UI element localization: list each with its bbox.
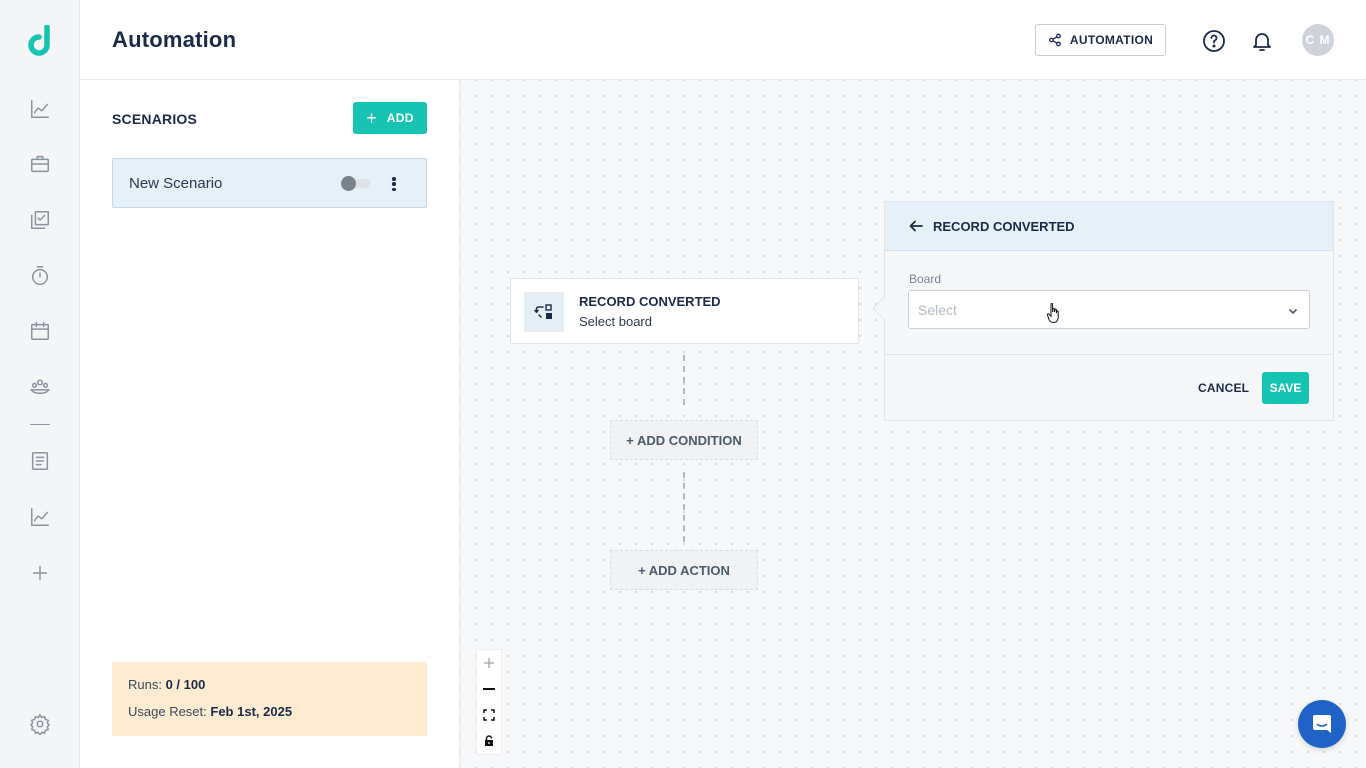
document-icon[interactable] [28, 449, 52, 473]
trigger-node[interactable]: RECORD CONVERTED Select board [510, 278, 859, 344]
analytics-icon[interactable] [28, 505, 52, 529]
scenario-name: New Scenario [129, 175, 223, 192]
calendar-icon[interactable] [28, 319, 52, 343]
config-title: RECORD CONVERTED [933, 219, 1075, 234]
add-button-label: ADD [386, 111, 414, 125]
chat-support-button[interactable] [1298, 700, 1346, 748]
timer-icon[interactable] [28, 264, 52, 288]
share-nodes-icon [1048, 33, 1061, 47]
zoom-in-icon[interactable] [477, 650, 501, 676]
chart-icon[interactable] [28, 97, 52, 121]
board-select[interactable]: Select [908, 290, 1310, 329]
save-button[interactable]: SAVE [1262, 372, 1309, 404]
usage-reset-row: Usage Reset: Feb 1st, 2025 [128, 704, 411, 731]
add-condition-button[interactable]: + ADD CONDITION [610, 420, 758, 460]
top-header: Automation AUTOMATION C M [80, 0, 1366, 80]
automation-button[interactable]: AUTOMATION [1035, 24, 1166, 56]
hand-cursor-icon [1046, 302, 1062, 324]
zoom-out-icon[interactable] [477, 676, 501, 702]
back-arrow-icon[interactable] [909, 219, 925, 235]
scenarios-panel: SCENARIOS + ADD New Scenario Runs: 0 / 1… [80, 80, 460, 768]
chevron-down-icon [1288, 308, 1298, 315]
add-scenario-button[interactable]: + ADD [353, 102, 427, 134]
board-select-placeholder: Select [918, 302, 957, 318]
page-title: Automation [112, 27, 237, 52]
connector-line [683, 472, 685, 542]
checklist-icon[interactable] [28, 208, 52, 232]
scenarios-title: SCENARIOS [112, 111, 198, 127]
plus-icon[interactable] [28, 561, 52, 585]
zoom-controls [476, 649, 502, 755]
more-options-icon[interactable] [389, 175, 399, 193]
chat-icon [1313, 715, 1331, 733]
board-label: Board [909, 272, 942, 286]
trigger-title: RECORD CONVERTED [579, 294, 721, 309]
connector-line [683, 355, 685, 405]
usage-reset-value: Feb 1st, 2025 [210, 704, 293, 719]
help-icon[interactable] [1202, 29, 1226, 53]
briefcase-icon[interactable] [28, 152, 52, 176]
runs-row: Runs: 0 / 100 [128, 677, 411, 704]
add-action-button[interactable]: + ADD ACTION [610, 550, 758, 590]
trigger-subtitle: Select board [579, 314, 652, 329]
trigger-icon [524, 292, 564, 332]
runs-value: 0 / 100 [165, 677, 206, 692]
plus-icon: + [366, 108, 377, 128]
gear-icon[interactable] [28, 712, 52, 736]
nav-divider [30, 424, 50, 425]
cancel-button[interactable]: CANCEL [1198, 381, 1249, 395]
runs-label: Runs: [128, 677, 162, 692]
automation-button-label: AUTOMATION [1069, 33, 1154, 47]
team-icon[interactable] [28, 376, 52, 400]
usage-box: Runs: 0 / 100 Usage Reset: Feb 1st, 2025 [112, 662, 427, 736]
config-header: RECORD CONVERTED [885, 202, 1333, 251]
lock-icon[interactable] [477, 728, 501, 754]
usage-reset-label: Usage Reset: [128, 704, 207, 719]
scenario-toggle[interactable] [341, 176, 371, 191]
avatar[interactable]: C M [1302, 24, 1334, 56]
flow-canvas[interactable]: RECORD CONVERTED Select board + ADD COND… [460, 80, 1366, 768]
config-divider [885, 354, 1333, 355]
scenario-item[interactable]: New Scenario [112, 158, 427, 208]
trigger-config-panel: RECORD CONVERTED Board Select CANCEL SAV… [884, 201, 1334, 421]
bell-icon[interactable] [1250, 29, 1274, 53]
logo-icon[interactable] [25, 24, 55, 57]
fit-view-icon[interactable] [477, 702, 501, 728]
left-nav-rail [0, 0, 80, 768]
